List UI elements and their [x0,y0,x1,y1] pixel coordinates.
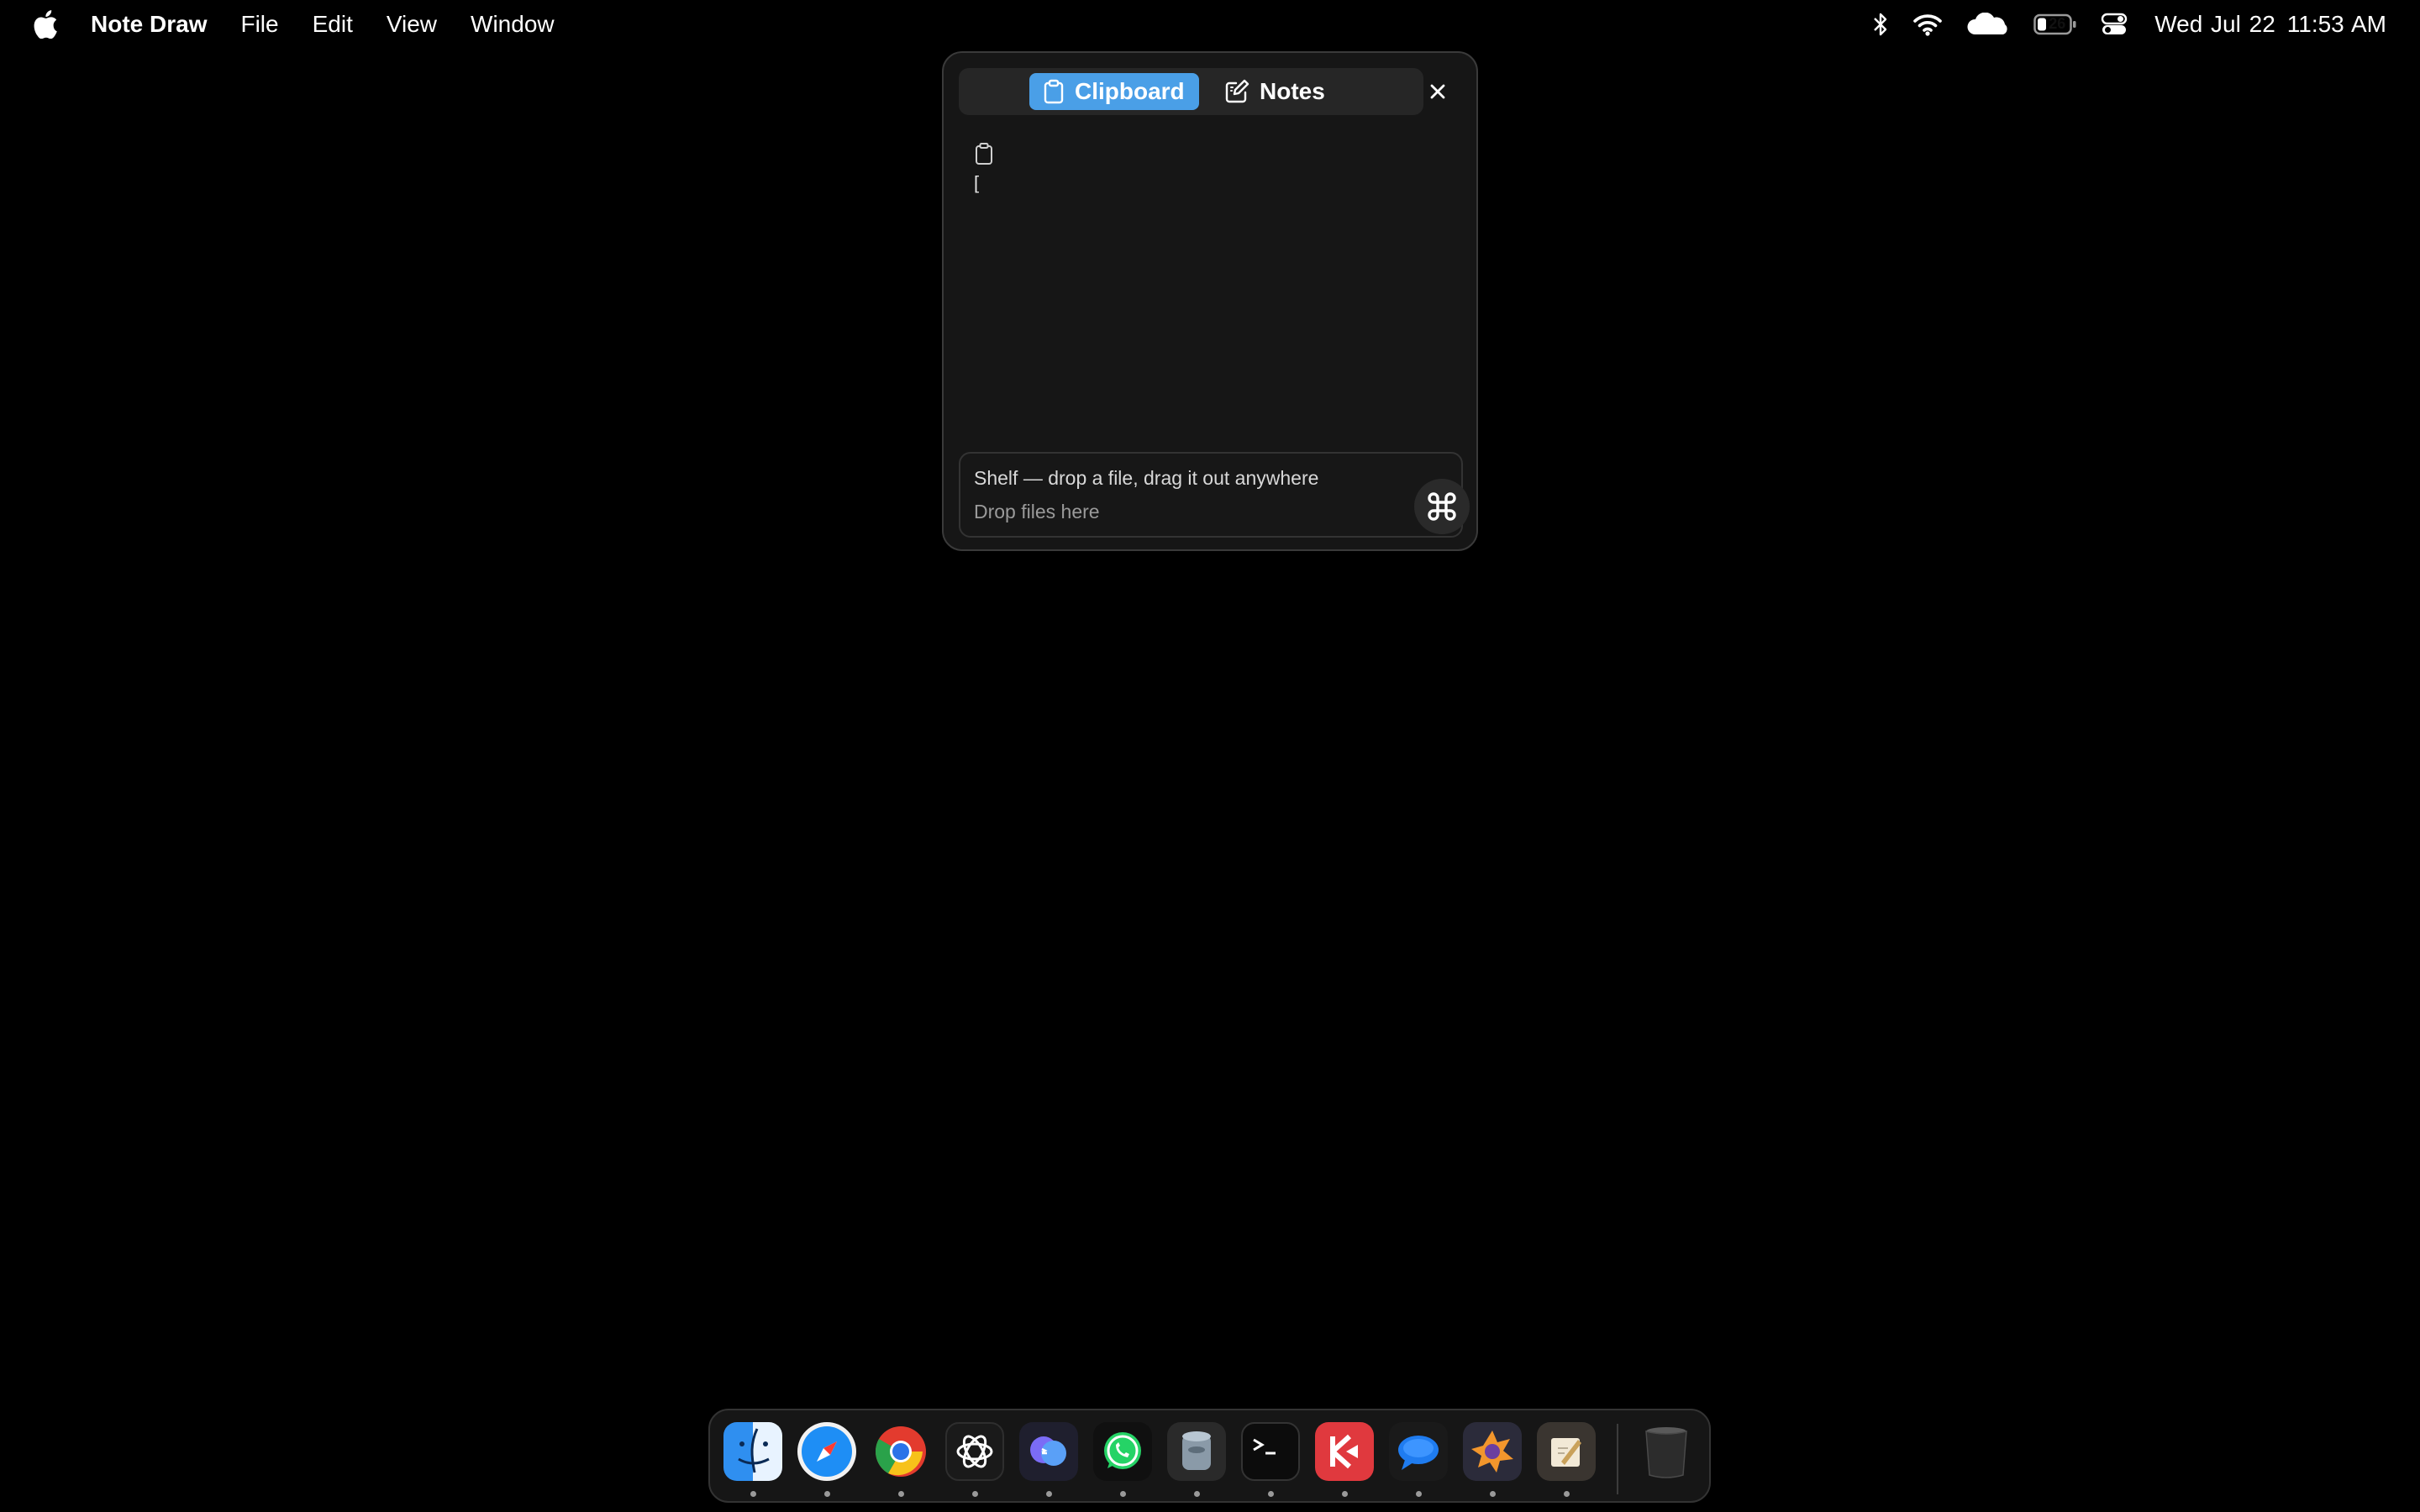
battery-icon[interactable]: 26 [2033,0,2077,49]
dock-running-indicator [1416,1491,1422,1497]
dock-terminal-icon[interactable] [1241,1422,1300,1481]
dock-safari-icon[interactable] [797,1422,856,1481]
wifi-icon[interactable] [1912,0,1943,49]
menu-bar-clock[interactable]: Wed Jul 22 11:53 AM [2154,11,2386,38]
cloud-icon[interactable] [1966,0,2010,49]
menu-bar: Note Draw File Edit View Window 26 Wed J… [0,0,2420,49]
clipboard-entry-text[interactable]: [ [974,172,979,194]
dock-red-k-app-icon[interactable] [1315,1422,1374,1481]
dock-running-indicator [750,1491,756,1497]
clock-time: 11:53 AM [2286,11,2386,37]
dock-trash-icon[interactable] [1637,1422,1696,1481]
dock-chrome-icon[interactable] [871,1422,930,1481]
dock [708,1409,1711,1503]
dock-running-indicator [824,1491,830,1497]
tab-bar: Clipboard Notes [959,68,1423,115]
note-edit-icon [1225,79,1249,103]
dock-separator [1617,1424,1618,1494]
menu-view[interactable]: View [370,0,454,49]
dock-running-indicator [1342,1491,1348,1497]
dock-running-indicator [972,1491,978,1497]
command-icon [1428,492,1456,521]
dock-running-indicator [898,1491,904,1497]
bluetooth-icon[interactable] [1872,0,1889,49]
menu-window[interactable]: Window [454,0,571,49]
tab-clipboard-label: Clipboard [1075,78,1185,104]
control-center-icon[interactable] [2101,0,2128,49]
close-button[interactable] [1419,73,1456,110]
dock-running-indicator [1194,1491,1200,1497]
dock-running-indicator [1490,1491,1496,1497]
battery-percentage: 26 [2049,15,2066,32]
dock-note-draw-icon[interactable] [1537,1422,1596,1481]
dock-running-indicator [1268,1491,1274,1497]
tab-clipboard[interactable]: Clipboard [1029,73,1199,110]
clipboard-icon [1044,79,1064,104]
shelf-title: Shelf — drop a file, drag it out anywher… [974,467,1319,489]
menu-file[interactable]: File [224,0,295,49]
dock-running-indicator [1120,1491,1126,1497]
clock-date: Wed Jul 22 [2154,11,2275,37]
apple-menu-icon[interactable] [0,0,91,49]
dock-copilot-icon[interactable] [1019,1422,1078,1481]
dock-running-indicator [1046,1491,1052,1497]
dock-whatsapp-icon[interactable] [1093,1422,1152,1481]
clipboard-entry-icon [974,142,994,170]
shelf-placeholder: Drop files here [974,501,1100,522]
shelf-command-button[interactable] [1414,479,1470,534]
dock-finder-icon[interactable] [723,1422,782,1481]
close-icon [1430,84,1445,99]
dock-chat-bubble-icon[interactable] [1389,1422,1448,1481]
dock-running-indicator [1564,1491,1570,1497]
dock-disk-utility-icon[interactable] [1167,1422,1226,1481]
tab-notes-label: Notes [1260,78,1325,104]
clipboard-notes-popover: Clipboard Notes [ Shelf — drop a file, d… [942,51,1478,551]
tab-notes[interactable]: Notes [1211,73,1328,110]
file-shelf-dropzone[interactable]: Shelf — drop a file, drag it out anywher… [959,452,1470,538]
dock-chatgpt-icon[interactable] [945,1422,1004,1481]
app-menu-title[interactable]: Note Draw [91,0,224,49]
menu-edit[interactable]: Edit [296,0,370,49]
dock-orange-gear-app-icon[interactable] [1463,1422,1522,1481]
